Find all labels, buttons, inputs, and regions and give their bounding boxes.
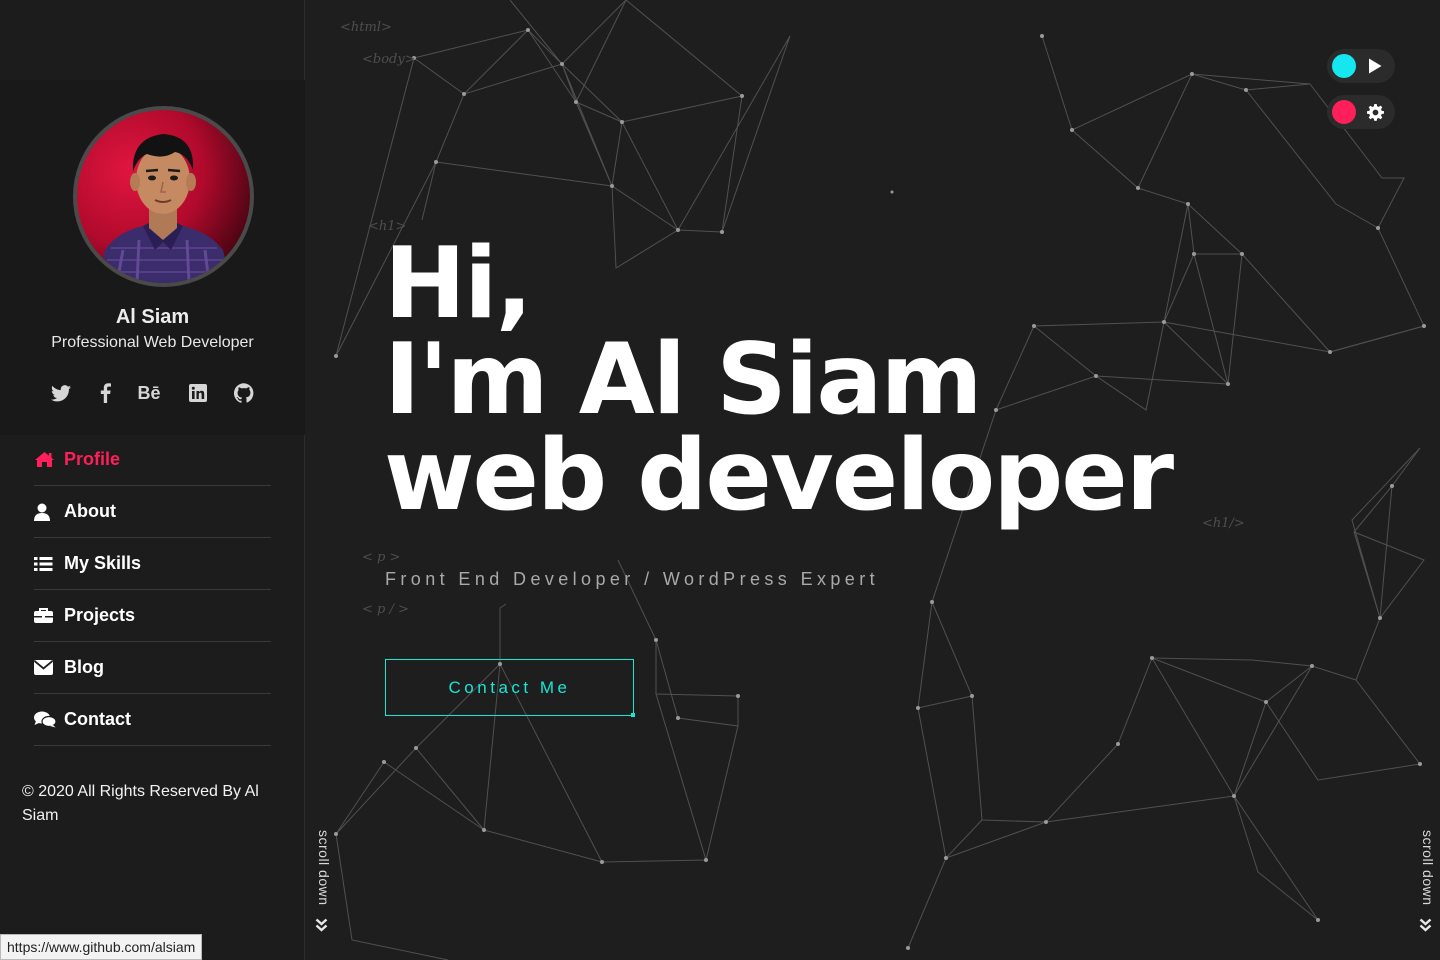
contact-me-button[interactable]: Contact Me (385, 659, 635, 717)
twitter-icon[interactable] (46, 378, 76, 408)
envelope-icon (34, 658, 56, 678)
nav-label-about: About (64, 501, 116, 521)
profile-role: Professional Web Developer (51, 334, 254, 351)
scroll-down-right[interactable]: scroll down (1416, 830, 1436, 940)
button-corner-accent (631, 713, 635, 717)
home-icon (34, 450, 56, 470)
toggle-dot-pink (1332, 100, 1356, 124)
headline-line-1: Hi, (384, 227, 533, 341)
code-tag-html: <html> (340, 20, 392, 35)
nav-item-profile[interactable]: Profile (34, 434, 271, 486)
nav-item-contact[interactable]: Contact (34, 694, 271, 746)
nav-label-my-skills: My Skills (64, 553, 142, 573)
facebook-icon[interactable] (90, 378, 120, 408)
github-icon[interactable] (229, 378, 259, 408)
nav-item-my-skills[interactable]: My Skills (34, 538, 271, 590)
scroll-down-left[interactable]: scroll down (312, 830, 332, 940)
code-tag-body: <body> (362, 52, 416, 67)
sidebar-nav: Profile About My Skills Projects Blog Co… (34, 434, 271, 746)
hero-headline: Hi, I'm Al Siam web developer (384, 227, 1174, 533)
comments-icon (34, 710, 56, 730)
browser-status-url: https://www.github.com/alsiam (0, 934, 203, 960)
hero-subtitle: Front End Developer / WordPress Expert (385, 569, 880, 589)
nav-label-projects: Projects (64, 605, 136, 625)
code-tag-p-open: < p > (362, 550, 401, 565)
linkedin-icon[interactable] (183, 378, 213, 408)
nav-label-profile: Profile (64, 449, 121, 469)
nav-label-blog: Blog (64, 657, 104, 677)
avatar (73, 106, 254, 287)
double-chevron-down-icon (315, 918, 328, 937)
copyright-text: © 2020 All Rights Reserved By Al Siam (22, 783, 259, 824)
double-chevron-down-icon (1419, 918, 1432, 937)
social-links: Bē (44, 378, 266, 408)
code-tag-h1-close: <h1/> (1202, 516, 1245, 531)
nav-item-blog[interactable]: Blog (34, 642, 271, 694)
nav-label-contact: Contact (64, 709, 131, 729)
play-icon (1365, 56, 1385, 76)
animation-play-toggle[interactable] (1327, 49, 1395, 83)
nav-item-about[interactable]: About (34, 486, 271, 538)
theme-settings-toggle[interactable] (1327, 95, 1395, 129)
toggle-dot-cyan (1332, 54, 1356, 78)
code-tag-p-close: < p / > (362, 602, 409, 617)
profile-name: Al Siam (115, 306, 190, 328)
behance-icon[interactable]: Bē (134, 378, 164, 408)
scroll-down-label-left: scroll down (316, 830, 332, 906)
user-icon (34, 502, 56, 522)
behance-label: Bē (137, 382, 161, 403)
nav-item-projects[interactable]: Projects (34, 590, 271, 642)
headline-line-3: web developer (384, 419, 1174, 533)
briefcase-icon (34, 606, 56, 626)
hero-section: <html> <body> <h1> <h1/> < p > < p / > H… (306, 0, 1440, 960)
list-icon (34, 554, 56, 574)
gear-icon (1365, 102, 1385, 122)
sidebar: Al Siam Professional Web Developer Bē Pr… (0, 0, 305, 960)
scroll-down-label-right: scroll down (1420, 830, 1436, 906)
headline-line-2: I'm Al Siam (384, 323, 983, 437)
contact-me-label: Contact Me (448, 677, 571, 697)
